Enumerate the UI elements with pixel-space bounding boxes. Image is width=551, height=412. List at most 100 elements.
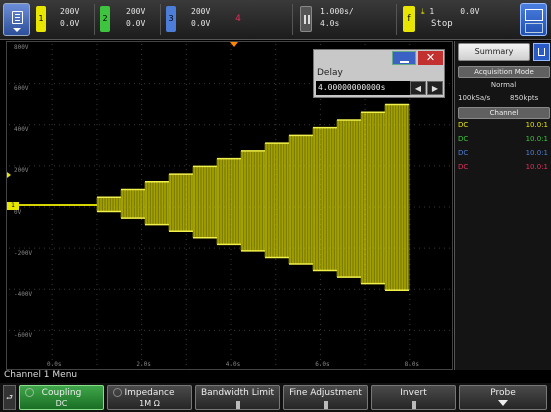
grid-dot xyxy=(51,324,53,325)
delay-value-field[interactable]: 4.00000000000s xyxy=(316,81,410,95)
summary-tab[interactable]: Summary xyxy=(458,43,530,61)
grid-dot xyxy=(294,124,295,126)
grid-dot xyxy=(51,159,53,160)
trigger-badge[interactable]: f xyxy=(403,6,415,32)
grid-dot xyxy=(34,329,35,331)
grid-dot xyxy=(364,329,366,330)
trigger-position-marker[interactable] xyxy=(230,42,238,47)
grid-dot xyxy=(79,288,80,290)
grid-dot xyxy=(96,304,98,305)
minimize-button[interactable] xyxy=(392,51,416,65)
grid-dot xyxy=(209,83,210,85)
ch2-scale: 200V xyxy=(126,7,146,16)
grid-dot xyxy=(319,339,321,340)
impedance-softkey[interactable]: Impedance 1M Ω xyxy=(107,385,192,410)
grid-dot xyxy=(141,359,143,360)
ch1-badge[interactable]: 1 xyxy=(36,6,46,32)
softkey-value: 1M Ω xyxy=(139,399,160,408)
grid-dot xyxy=(434,329,435,331)
invert-softkey[interactable]: Invert xyxy=(371,385,456,410)
grid-dot xyxy=(69,124,70,126)
grid-dot xyxy=(364,359,366,360)
grid-dot xyxy=(51,339,53,340)
main-menu-button[interactable] xyxy=(3,3,30,36)
grid-dot xyxy=(74,247,75,249)
grid-dot xyxy=(159,247,160,249)
grid-dot xyxy=(159,83,160,85)
grid-dot xyxy=(99,83,100,85)
grid-dot xyxy=(329,124,330,126)
fine-adjustment-softkey[interactable]: Fine Adjustment xyxy=(283,385,368,410)
grid-dot xyxy=(74,329,75,331)
close-button[interactable]: ✕ xyxy=(418,51,443,65)
grid-dot xyxy=(389,329,390,331)
grid-dot xyxy=(279,288,280,290)
ch1-ground-marker[interactable]: 1 xyxy=(7,202,19,210)
grid-dot xyxy=(164,165,165,167)
trigger-level-marker[interactable] xyxy=(7,172,11,178)
grid-dot xyxy=(364,104,366,105)
timebase-readout[interactable]: 1.000s/ 4.0s xyxy=(320,6,354,30)
probe-softkey[interactable]: Probe xyxy=(459,385,547,410)
grid-dot xyxy=(14,83,15,85)
grid-dot xyxy=(154,165,155,167)
grid-dot xyxy=(204,247,205,249)
grid-dot xyxy=(349,329,350,331)
grid-dot xyxy=(444,247,445,249)
grid-dot xyxy=(419,329,420,331)
grid-dot xyxy=(51,119,53,120)
ch1-scale-readout[interactable]: 200V 0.0V xyxy=(60,6,79,30)
grid-dot xyxy=(359,329,360,331)
grid-dot xyxy=(96,329,98,330)
ch3-badge[interactable]: 3 xyxy=(166,6,176,32)
trigger-readout[interactable]: ⤓ 1 0.0V Stop xyxy=(421,6,479,30)
ch3-scale-readout[interactable]: 200V 0.0V xyxy=(191,6,210,30)
back-button[interactable]: ⮐ xyxy=(3,385,16,410)
ch4-badge[interactable]: 4 xyxy=(233,6,243,32)
summary-icon[interactable] xyxy=(520,3,547,36)
grid-dot xyxy=(64,206,65,208)
grid-dot xyxy=(9,288,10,290)
increment-arrow-icon[interactable]: ▶ xyxy=(427,81,443,95)
grid-dot xyxy=(409,299,411,300)
pin-icon[interactable] xyxy=(533,43,550,61)
grid-dot xyxy=(319,44,321,45)
waveform-display[interactable]: 800V 600V 400V 200V 0V -200V -400V -600V 0.0s 2.… xyxy=(6,41,453,370)
grid-dot xyxy=(275,334,277,335)
grid-dot xyxy=(144,329,145,331)
grid-dot xyxy=(141,114,143,115)
grid-dot xyxy=(51,334,53,335)
grid-dot xyxy=(96,364,98,365)
grid-dot xyxy=(185,244,187,245)
grid-dot xyxy=(141,269,143,270)
grid-dot xyxy=(109,329,110,331)
grid-dot xyxy=(94,288,95,290)
grid-dot xyxy=(319,119,321,120)
grid-dot xyxy=(404,329,405,331)
pause-icon[interactable] xyxy=(300,6,312,32)
ch2-badge[interactable]: 2 xyxy=(100,6,110,32)
grid-dot xyxy=(51,189,53,190)
grid-dot xyxy=(184,83,185,85)
bandwidth-limit-softkey[interactable]: Bandwidth Limit xyxy=(195,385,280,410)
grid-dot xyxy=(69,83,70,85)
grid-dot xyxy=(141,344,143,345)
grid-dot xyxy=(134,124,135,126)
grid-dot xyxy=(96,119,98,120)
grid-dot xyxy=(185,69,187,70)
grid-dot xyxy=(230,274,232,275)
decrement-arrow-icon[interactable]: ◀ xyxy=(410,81,426,95)
grid-dot xyxy=(96,49,98,50)
grid-dot xyxy=(230,154,232,155)
grid-dot xyxy=(96,84,98,85)
grid-dot xyxy=(64,83,65,85)
coupling-softkey[interactable]: Coupling DC xyxy=(19,385,104,410)
grid-dot xyxy=(185,359,187,360)
ch2-scale-readout[interactable]: 200V 0.0V xyxy=(126,6,145,30)
ch1-coupling: DC xyxy=(458,121,469,129)
grid-dot xyxy=(119,288,120,290)
y-axis-label: 200V xyxy=(14,167,29,175)
grid-dot xyxy=(14,247,15,249)
grid-dot xyxy=(109,83,110,85)
grid-dot xyxy=(299,329,300,331)
